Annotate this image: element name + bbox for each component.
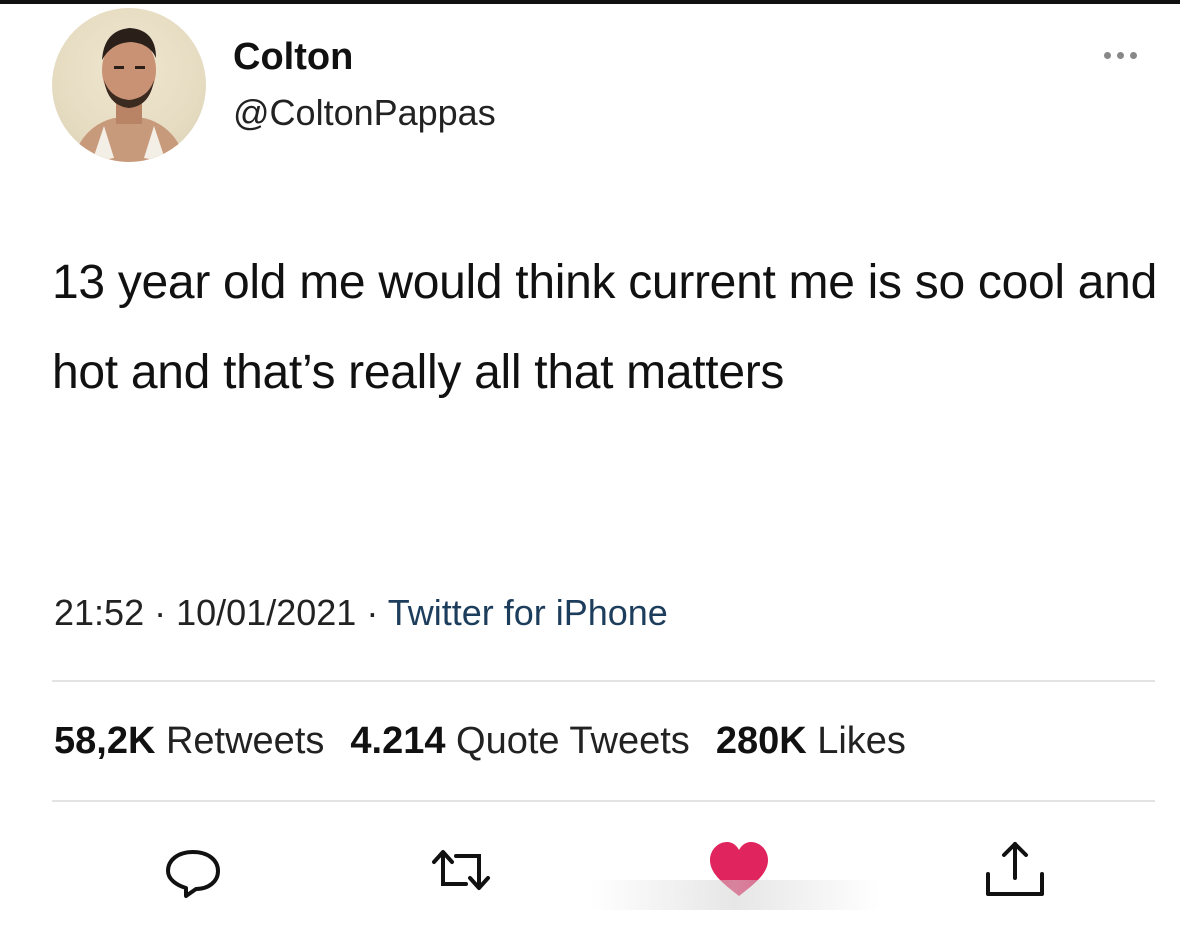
more-icon[interactable] <box>1104 52 1137 59</box>
divider <box>52 800 1155 802</box>
tweet-meta: 21:52 · 10/01/2021 · Twitter for iPhone <box>54 592 668 634</box>
more-dot <box>1130 52 1137 59</box>
likes-label: Likes <box>817 720 906 762</box>
share-icon <box>986 842 1044 896</box>
tweet-date: 10/01/2021 <box>176 592 357 633</box>
retweet-button[interactable] <box>426 838 496 902</box>
avatar-image <box>72 28 186 162</box>
likes-stat[interactable]: 280K Likes <box>716 720 906 762</box>
share-button[interactable] <box>980 838 1050 902</box>
more-dot <box>1117 52 1124 59</box>
retweets-count: 58,2K <box>54 720 156 762</box>
likes-count: 280K <box>715 720 807 762</box>
divider <box>52 680 1155 682</box>
top-border <box>0 0 1180 4</box>
quotes-label: Quote Tweets <box>456 720 690 762</box>
reply-icon <box>166 850 220 898</box>
meta-separator: · <box>154 592 167 633</box>
tweet-source[interactable]: Twitter for iPhone <box>388 592 668 633</box>
watermark <box>590 880 880 910</box>
tweet-stats: 58,2K Retweets 4.214 Quote Tweets 280K Lik… <box>54 720 906 763</box>
meta-separator: · <box>366 592 379 633</box>
quotes-stat[interactable]: 4.214 Quote Tweets <box>350 720 689 762</box>
avatar[interactable] <box>52 8 206 162</box>
more-dot <box>1104 52 1111 59</box>
user-handle[interactable]: @ColtonPappas <box>233 92 496 134</box>
retweets-stat[interactable]: 58,2K Retweets <box>54 720 324 762</box>
quotes-count: 4.214 <box>350 720 446 762</box>
tweet-text: 13 year old me would think current me is… <box>52 256 1157 399</box>
retweets-label: Retweets <box>165 720 325 762</box>
tweet-time: 21:52 <box>54 592 145 633</box>
reply-button[interactable] <box>158 838 228 902</box>
retweet-icon <box>432 850 490 890</box>
display-name[interactable]: Colton <box>233 36 353 79</box>
